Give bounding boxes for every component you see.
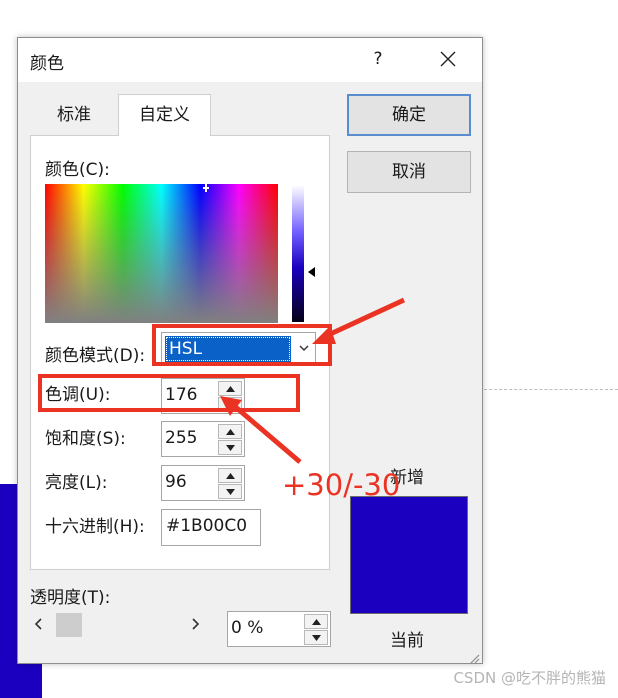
annotation-arrow-icon: [324, 297, 406, 339]
annotation-arrowhead-icon: [312, 326, 336, 344]
annotation-arrows: [220, 297, 406, 464]
watermark: CSDN @吃不胖的熊猫: [453, 669, 606, 687]
annotation-text: +30/-30: [282, 468, 401, 502]
annotation-arrow-icon: [230, 402, 302, 464]
